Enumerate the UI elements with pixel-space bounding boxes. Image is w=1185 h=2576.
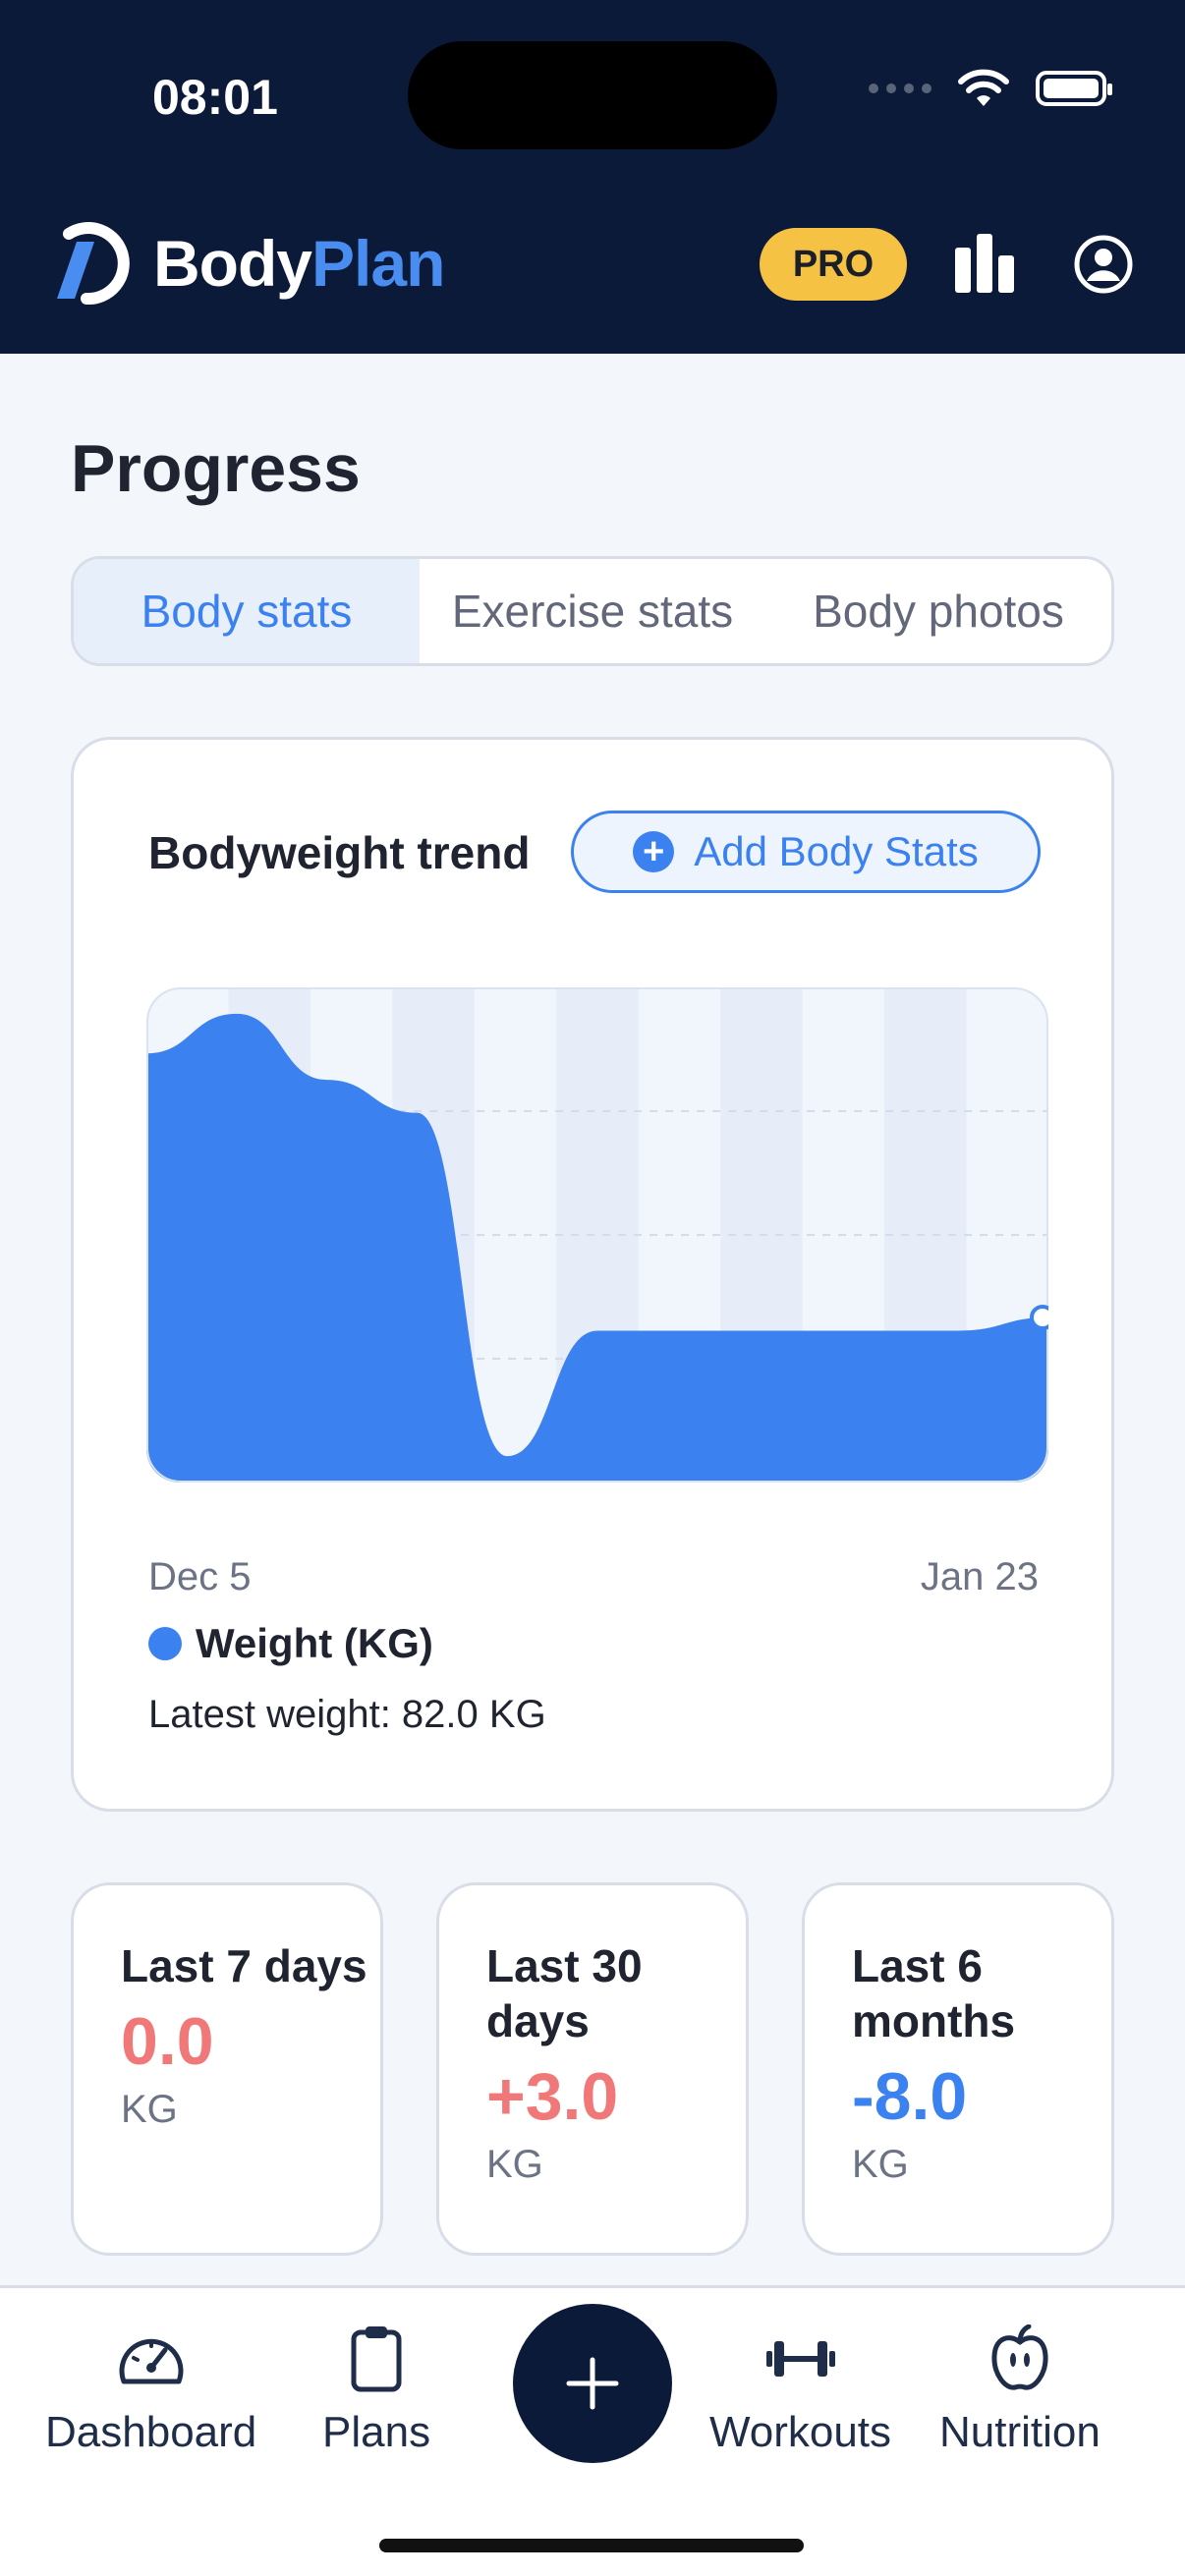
stat-card-30-days: Last 30 days +3.0 KG bbox=[436, 1882, 749, 2256]
tab-body-stats[interactable]: Body stats bbox=[74, 559, 420, 663]
pro-badge[interactable]: PRO bbox=[760, 228, 907, 301]
x-axis-start-label: Dec 5 bbox=[148, 1555, 252, 1598]
nav-dashboard[interactable]: Dashboard bbox=[45, 2316, 256, 2457]
stat-card-6-months: Last 6 months -8.0 KG bbox=[802, 1882, 1114, 2256]
plus-circle-icon: + bbox=[633, 831, 675, 872]
nav-plans-label: Plans bbox=[322, 2408, 431, 2456]
legend-dot bbox=[148, 1627, 182, 1660]
latest-weight: Latest weight: 82.0 KG bbox=[148, 1693, 546, 1736]
add-fab-button[interactable] bbox=[513, 2304, 672, 2463]
dynamic-island bbox=[408, 41, 777, 149]
status-icons bbox=[869, 69, 1112, 108]
stat-unit: KG bbox=[486, 2143, 543, 2186]
nav-nutrition-label: Nutrition bbox=[939, 2408, 1100, 2456]
chart-legend: Weight (KG) bbox=[148, 1620, 433, 1667]
progress-tabs: Body stats Exercise stats Body photos bbox=[71, 556, 1114, 666]
card-title: Bodyweight trend bbox=[148, 827, 531, 878]
profile-icon[interactable] bbox=[1073, 234, 1134, 295]
weight-area-chart bbox=[146, 987, 1048, 1483]
stat-card-7-days: Last 7 days 0.0 KG bbox=[71, 1882, 383, 2256]
apple-icon bbox=[991, 2324, 1048, 2390]
bar-chart-icon[interactable] bbox=[953, 232, 1016, 293]
page-title: Progress bbox=[71, 431, 361, 506]
nav-plans[interactable]: Plans bbox=[322, 2316, 430, 2457]
cellular-signal-icon bbox=[869, 84, 931, 93]
stat-unit: KG bbox=[121, 2088, 178, 2131]
app-name: BodyPlan bbox=[153, 227, 445, 300]
nav-nutrition[interactable]: Nutrition bbox=[939, 2316, 1100, 2457]
stat-label: Last 7 days bbox=[121, 1940, 367, 1991]
legend-label: Weight (KG) bbox=[196, 1620, 433, 1666]
wifi-icon bbox=[958, 69, 1009, 106]
app-logo[interactable]: BodyPlan bbox=[47, 222, 445, 305]
dumbbell-icon bbox=[765, 2341, 835, 2377]
bottom-navigation: Dashboard Plans Workouts Nutrition bbox=[0, 2285, 1185, 2576]
stat-value: +3.0 bbox=[486, 2059, 619, 2134]
nav-workouts[interactable]: Workouts bbox=[709, 2316, 891, 2457]
add-body-stats-label: Add Body Stats bbox=[694, 828, 979, 874]
bodyplan-logo-icon bbox=[57, 222, 130, 305]
stat-value: 0.0 bbox=[121, 2004, 214, 2079]
stat-unit: KG bbox=[852, 2143, 909, 2186]
bodyweight-trend-card: Bodyweight trend + Add Body Stats Dec 5 … bbox=[71, 737, 1114, 1812]
nav-workouts-label: Workouts bbox=[709, 2408, 892, 2456]
tab-exercise-stats[interactable]: Exercise stats bbox=[420, 559, 765, 663]
tab-body-photos[interactable]: Body photos bbox=[765, 559, 1111, 663]
battery-icon bbox=[1036, 71, 1112, 106]
plus-icon bbox=[566, 2357, 619, 2410]
stat-label: Last 30 days bbox=[486, 1940, 643, 2046]
home-indicator bbox=[379, 2539, 804, 2552]
stat-label: Last 6 months bbox=[852, 1940, 1016, 2046]
latest-data-point[interactable] bbox=[1030, 1305, 1048, 1330]
stat-value: -8.0 bbox=[852, 2059, 968, 2134]
status-time: 08:01 bbox=[152, 70, 278, 125]
app-header: 08:01 BodyPlan PRO bbox=[0, 0, 1185, 354]
x-axis-end-label: Jan 23 bbox=[920, 1555, 1039, 1598]
add-body-stats-button[interactable]: + Add Body Stats bbox=[571, 811, 1041, 893]
nav-dashboard-label: Dashboard bbox=[45, 2408, 257, 2456]
clipboard-icon bbox=[351, 2326, 402, 2392]
speedometer-icon bbox=[119, 2338, 184, 2384]
